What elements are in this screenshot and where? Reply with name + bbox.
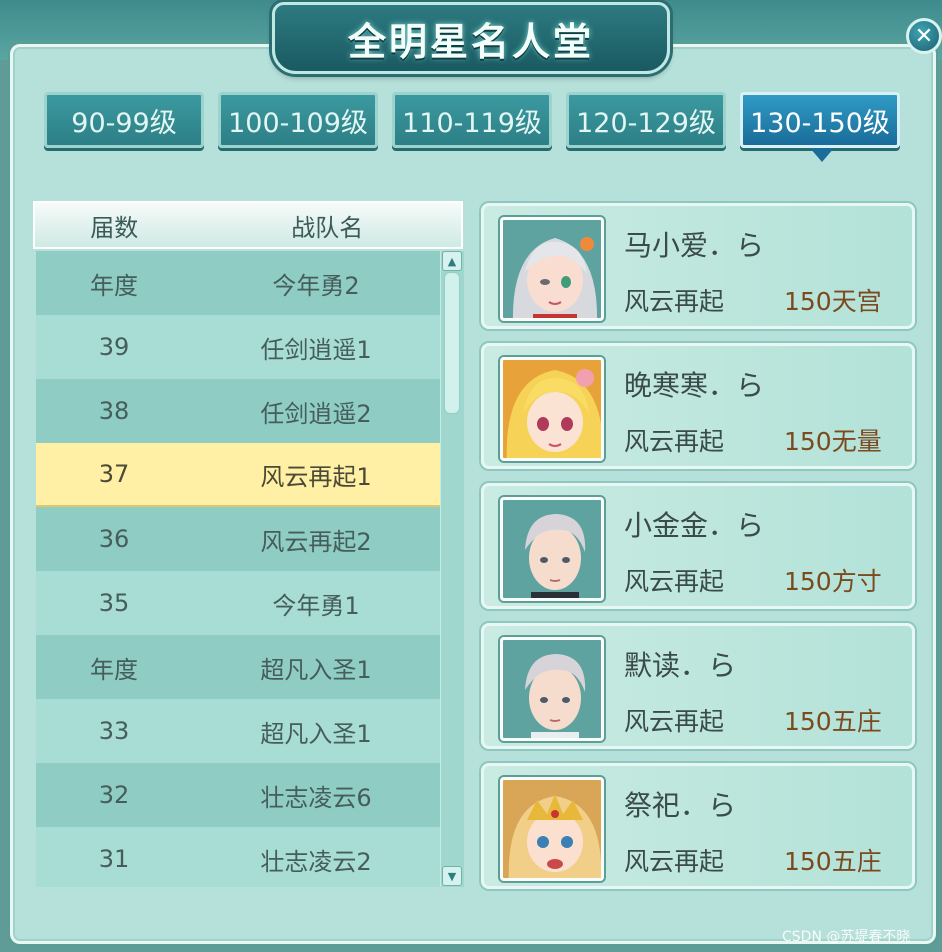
member-card[interactable]: 默读．ら 风云再起 150五庄	[481, 623, 915, 749]
row-team: 超凡入圣1	[260, 719, 372, 748]
session-list[interactable]: 年度 今年勇2 39 任剑逍遥1 38 任剑逍遥2 37 风云再起1 36 风云…	[36, 251, 440, 887]
member-name: 小金金．ら	[624, 509, 765, 542]
row-session: 32	[98, 781, 130, 809]
scrollbar-thumb[interactable]	[444, 272, 460, 414]
tab-label: 100-109级	[228, 107, 368, 139]
tab-label: 130-150级	[750, 107, 890, 139]
row-team: 今年勇1	[272, 591, 360, 620]
row-team: 任剑逍遥2	[260, 399, 372, 428]
member-level: 150无量	[784, 427, 882, 456]
active-tab-pointer-icon	[810, 148, 834, 162]
triangle-up-icon: ▲	[447, 254, 457, 268]
member-team: 风云再起	[624, 847, 725, 876]
row-team: 风云再起1	[260, 462, 372, 491]
title-plate: 全明星名人堂	[272, 2, 670, 74]
scroll-up-button[interactable]: ▲	[442, 251, 462, 271]
list-row[interactable]: 31 壮志凌云2	[36, 827, 440, 887]
member-team: 风云再起	[624, 427, 725, 456]
member-team: 风云再起	[624, 707, 725, 736]
row-session: 36	[98, 525, 130, 553]
row-team: 超凡入圣1	[260, 655, 372, 684]
close-button[interactable]: ✕	[906, 18, 942, 54]
tab-90-99[interactable]: 90-99级	[44, 92, 204, 148]
row-session: 37	[98, 460, 130, 488]
list-header: 届数 战队名	[33, 201, 463, 249]
triangle-down-icon: ▼	[447, 869, 457, 883]
list-row[interactable]: 33 超凡入圣1	[36, 699, 440, 763]
row-team: 壮志凌云6	[260, 783, 372, 812]
member-card[interactable]: 祭祀．ら 风云再起 150五庄	[481, 763, 915, 889]
member-team: 风云再起	[624, 567, 725, 596]
row-session: 年度	[90, 271, 138, 300]
member-name: 马小爱．ら	[624, 229, 765, 262]
list-row[interactable]: 38 任剑逍遥2	[36, 379, 440, 443]
row-session: 39	[98, 333, 130, 361]
tab-label: 120-129级	[576, 107, 716, 139]
avatar-silver-hair-boy-icon	[500, 637, 604, 741]
list-row[interactable]: 年度 今年勇2	[36, 251, 440, 315]
list-row-selected[interactable]: 37 风云再起1	[36, 443, 440, 507]
row-team: 风云再起2	[260, 527, 372, 556]
member-level: 150天宫	[784, 287, 882, 316]
header-team: 战队名	[291, 213, 364, 242]
member-card[interactable]: 晚寒寒．ら 风云再起 150无量	[481, 343, 915, 469]
tab-label: 110-119级	[402, 107, 542, 139]
tab-130-150[interactable]: 130-150级	[740, 92, 900, 148]
header-session: 届数	[90, 213, 139, 242]
level-tabs: 90-99级 100-109级 110-119级 120-129级 130-15…	[44, 92, 904, 152]
row-session: 35	[98, 589, 130, 617]
tab-110-119[interactable]: 110-119级	[392, 92, 552, 148]
row-team: 今年勇2	[272, 271, 360, 300]
tab-label: 90-99级	[71, 107, 177, 139]
avatar-golden-crown-girl-icon	[500, 777, 604, 881]
member-team: 风云再起	[624, 287, 725, 316]
scroll-down-button[interactable]: ▼	[442, 866, 462, 886]
member-level: 150五庄	[784, 847, 882, 876]
list-row[interactable]: 36 风云再起2	[36, 507, 440, 571]
close-icon: ✕	[914, 23, 934, 49]
row-session: 年度	[90, 655, 138, 684]
member-card[interactable]: 马小爱．ら 风云再起 150天宫	[481, 203, 915, 329]
avatar-silver-hair-girl-icon	[500, 217, 604, 321]
row-session: 33	[98, 717, 130, 745]
member-name: 晚寒寒．ら	[624, 369, 765, 402]
row-team: 任剑逍遥1	[260, 335, 372, 364]
member-name: 默读．ら	[624, 649, 737, 682]
member-level: 150方寸	[784, 567, 882, 596]
row-team: 壮志凌云2	[260, 847, 372, 876]
watermark: CSDN @苏堤春不晓	[782, 929, 911, 945]
avatar-silver-hair-boy-icon	[500, 497, 604, 601]
member-level: 150五庄	[784, 707, 882, 736]
member-card[interactable]: 小金金．ら 风云再起 150方寸	[481, 483, 915, 609]
tab-120-129[interactable]: 120-129级	[566, 92, 726, 148]
row-session: 31	[98, 845, 130, 873]
tab-100-109[interactable]: 100-109级	[218, 92, 378, 148]
row-session: 38	[98, 397, 130, 425]
list-row[interactable]: 32 壮志凌云6	[36, 763, 440, 827]
avatar-blonde-girl-icon	[500, 357, 604, 461]
list-row[interactable]: 35 今年勇1	[36, 571, 440, 635]
window-title: 全明星名人堂	[347, 19, 594, 64]
list-row[interactable]: 39 任剑逍遥1	[36, 315, 440, 379]
member-name: 祭祀．ら	[624, 789, 737, 822]
list-row[interactable]: 年度 超凡入圣1	[36, 635, 440, 699]
